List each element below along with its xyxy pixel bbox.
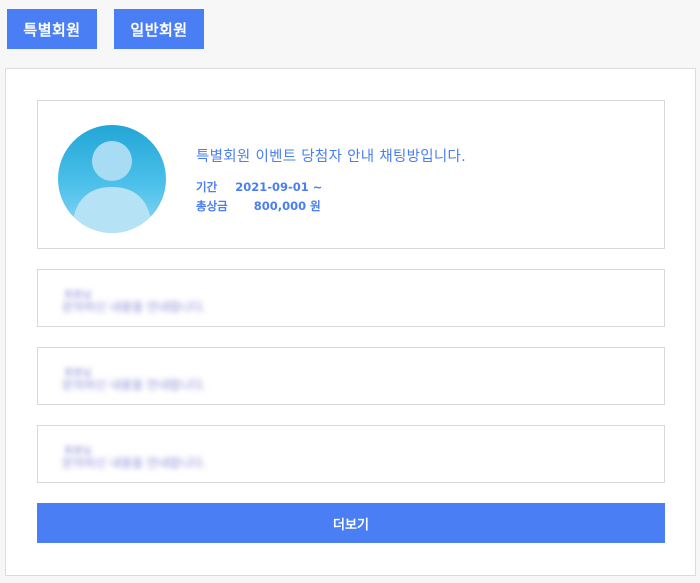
tab-special-member[interactable]: 특별회원 [7, 9, 97, 49]
chat-message: 회원님 문의하신 내용을 안내합니다. [37, 425, 665, 483]
message-text: 문의하신 내용을 안내합니다. [62, 456, 206, 470]
prize-label: 총상금 [196, 199, 228, 213]
period-label: 기간 [196, 180, 218, 194]
event-period: 기간 2021-09-01 ~ [196, 179, 322, 195]
event-prize: 총상금 800,000 원 [196, 198, 321, 214]
tab-general-member[interactable]: 일반회원 [114, 9, 204, 49]
user-silhouette-icon [58, 125, 166, 233]
message-text: 문의하신 내용을 안내합니다. [62, 300, 206, 314]
message-text: 문의하신 내용을 안내합니다. [62, 378, 206, 392]
more-button[interactable]: 더보기 [37, 503, 665, 543]
chat-message: 회원님 문의하신 내용을 안내합니다. [37, 347, 665, 405]
period-value: 2021-09-01 ~ [235, 180, 323, 194]
chat-message: 회원님 문의하신 내용을 안내합니다. [37, 269, 665, 327]
chat-panel: 특별회원 이벤트 당첨자 안내 채팅방입니다. 기간 2021-09-01 ~ … [5, 68, 696, 576]
event-info-card: 특별회원 이벤트 당첨자 안내 채팅방입니다. 기간 2021-09-01 ~ … [37, 100, 665, 249]
prize-value: 800,000 원 [253, 199, 321, 213]
event-title: 특별회원 이벤트 당첨자 안내 채팅방입니다. [196, 149, 467, 165]
